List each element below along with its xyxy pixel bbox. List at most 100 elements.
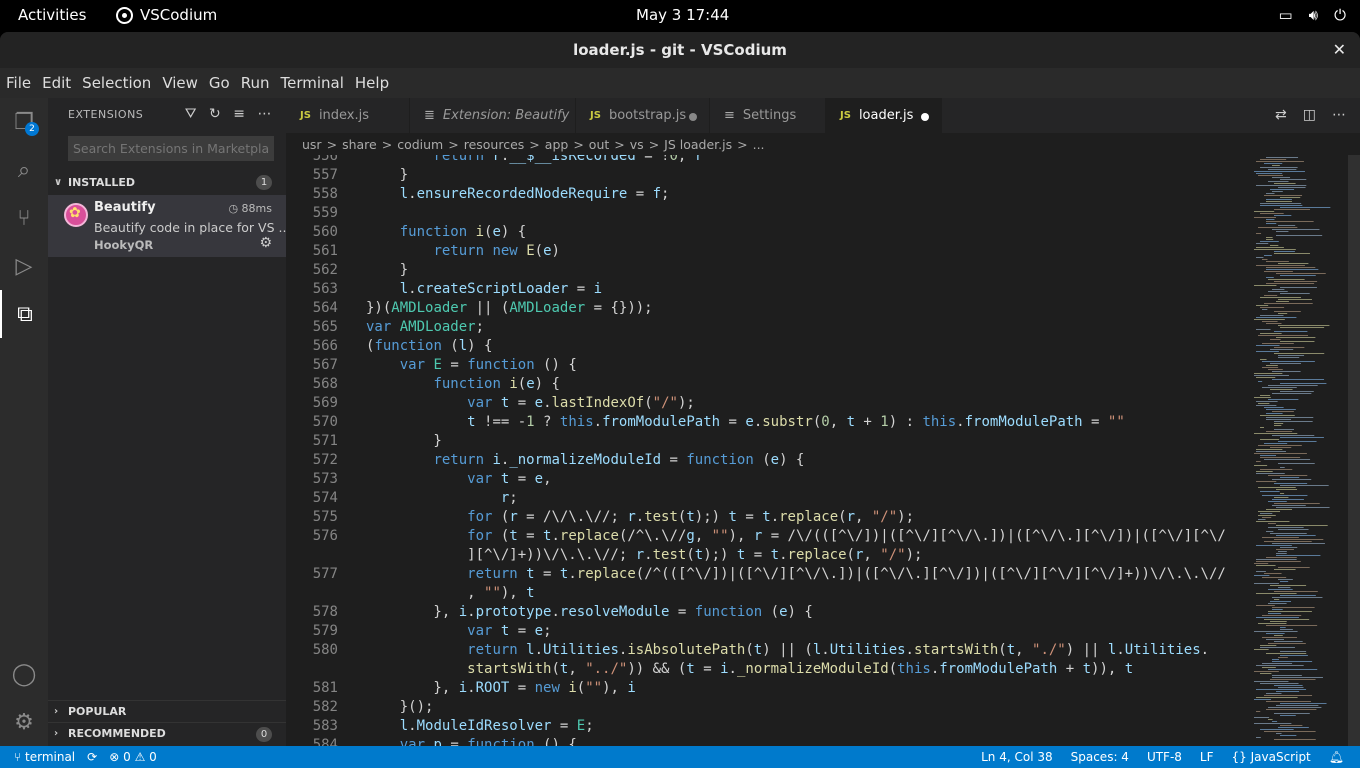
code-line[interactable]: , ""), t , ""), t <box>366 585 534 601</box>
breadcrumb-item[interactable]: vs <box>630 137 644 152</box>
code-line[interactable]: return r.__$__isRecorded = !0, r return … <box>366 155 703 164</box>
code-line[interactable]: return i._normalizeModuleId = function (… <box>366 452 804 468</box>
code-line[interactable]: for (t = t.replace(/^\.\//g, ""), r = /\… <box>366 528 1226 544</box>
code-line[interactable]: var t = e; var t = e; <box>366 623 551 639</box>
breadcrumb-item[interactable]: usr <box>302 137 322 152</box>
menu-selection[interactable]: Selection <box>82 74 151 92</box>
menu-view[interactable]: View <box>162 74 198 92</box>
code-line[interactable]: ][^\/]+))\/\.\.\//; r.test(t);) t = t.re… <box>366 547 922 563</box>
filter-icon[interactable]: ⛛ <box>185 106 197 122</box>
code-line[interactable]: } } <box>366 167 408 183</box>
popular-section-header[interactable]: › POPULAR <box>48 700 286 722</box>
code-editor[interactable]: 556 return r.__$__isRecorded = !0, r ret… <box>286 155 1236 746</box>
code-line[interactable]: t !== -1 ? this.fromModulePath = e.subst… <box>366 414 1125 430</box>
search-icon[interactable]: ⌕ <box>0 146 48 194</box>
code-line[interactable]: })(AMDLoader || (AMDLoader = {}));})(AMD… <box>366 300 653 316</box>
breadcrumb-item[interactable]: out <box>589 137 609 152</box>
extension-list-item[interactable]: Beautify ◷ 88ms Beautify code in place f… <box>48 195 290 257</box>
account-icon[interactable]: ◯ <box>0 650 48 698</box>
menu-file[interactable]: File <box>6 74 31 92</box>
split-editor-icon[interactable]: ◫ <box>1303 107 1316 123</box>
notifications-bell-icon[interactable]: 🔔︎ <box>1329 750 1344 764</box>
language-mode[interactable]: {} JavaScript <box>1232 750 1311 764</box>
modified-dot-icon[interactable] <box>689 113 697 121</box>
code-line[interactable]: for (r = /\/\.\//; r.test(t);) t = t.rep… <box>366 509 914 525</box>
tab-index-js[interactable]: JS index.js <box>286 98 410 133</box>
code-line[interactable]: }, i.ROOT = new i(""), i }, i.ROOT = new… <box>366 680 635 696</box>
activities-button[interactable]: Activities <box>18 6 86 24</box>
problems-indicator[interactable]: ⊗ 0 ⚠ 0 <box>109 750 157 764</box>
volume-icon[interactable]: 🔊︎ <box>1309 6 1318 24</box>
source-control-icon[interactable]: ⑂ <box>0 194 48 242</box>
run-debug-icon[interactable]: ▷ <box>0 242 48 290</box>
code-line[interactable]: var t = e.lastIndexOf("/"); var t = e.la… <box>366 395 695 411</box>
minimap[interactable] <box>1250 155 1360 746</box>
code-line[interactable]: }(); }(); <box>366 699 434 715</box>
tab-loader-js[interactable]: JS loader.js <box>826 98 942 133</box>
breadcrumb-item[interactable]: ... <box>753 137 765 152</box>
remote-indicator[interactable]: ⑂ terminal <box>14 750 75 764</box>
code-line[interactable]: function i(e) { function i(e) { <box>366 224 526 240</box>
code-line[interactable]: var E = function () { var E = function (… <box>366 357 577 373</box>
indentation[interactable]: Spaces: 4 <box>1071 750 1129 764</box>
tab-extension-beautify[interactable]: ≣ Extension: Beautify <box>410 98 576 133</box>
screen-icon[interactable]: ▭ <box>1278 6 1292 24</box>
breadcrumb-item[interactable]: app <box>545 137 569 152</box>
code-line[interactable]: } } <box>366 262 408 278</box>
encoding[interactable]: UTF-8 <box>1147 750 1182 764</box>
code-line[interactable]: function i(e) { function i(e) { <box>366 376 559 392</box>
menu-edit[interactable]: Edit <box>42 74 71 92</box>
menu-go[interactable]: Go <box>209 74 230 92</box>
code-line[interactable]: (function (l) {(function (l) { <box>366 338 492 354</box>
extension-gear-icon[interactable]: ⚙ <box>259 235 272 251</box>
tab-settings[interactable]: ≡ Settings <box>710 98 826 133</box>
more-actions-icon[interactable]: ⋯ <box>258 106 273 122</box>
extensions-icon[interactable]: ⧉ <box>0 290 48 338</box>
title-bar: loader.js - git - VSCodium ✕ <box>0 32 1360 68</box>
installed-section-header[interactable]: ∨ INSTALLED 1 <box>48 171 286 193</box>
breadcrumb-separator: > <box>529 136 540 152</box>
more-actions-icon[interactable]: ⋯ <box>1332 107 1346 123</box>
code-line[interactable]: var p = function () { var p = function (… <box>366 737 577 746</box>
code-line[interactable]: l.ModuleIdResolver = E; l.ModuleIdResolv… <box>366 718 594 734</box>
clock[interactable]: May 3 17:44 <box>636 6 729 24</box>
system-tray[interactable]: ▭ 🔊︎ ⏻ <box>1278 6 1346 24</box>
code-line[interactable]: l.ensureRecordedNodeRequire = f; l.ensur… <box>366 186 670 202</box>
code-line[interactable]: return t = t.replace(/^(([^\/])|([^\/][^… <box>366 566 1226 582</box>
vscodium-window: loader.js - git - VSCodium ✕ File Edit Sel… <box>0 32 1360 768</box>
breadcrumb-item[interactable]: resources <box>464 137 525 152</box>
code-line[interactable]: return l.Utilities.isAbsolutePath(t) || … <box>366 642 1209 658</box>
open-changes-icon[interactable]: ⇄ <box>1275 107 1287 123</box>
code-line[interactable]: r; r; <box>366 490 518 506</box>
power-icon[interactable]: ⏻ <box>1334 6 1346 24</box>
tab-bootstrap-js[interactable]: JS bootstrap.js <box>576 98 710 133</box>
extension-search-input[interactable] <box>68 136 274 161</box>
clear-icon[interactable]: ≡ <box>233 106 245 122</box>
files-icon[interactable]: ❐ 2 <box>0 98 48 146</box>
code-line[interactable]: l.createScriptLoader = i l.createScriptL… <box>366 281 602 297</box>
vertical-scrollbar[interactable] <box>1348 155 1360 746</box>
code-line[interactable]: startsWith(t, "../")) && (t = i._normali… <box>366 661 1133 677</box>
breadcrumb-item[interactable]: JS loader.js <box>664 137 732 152</box>
code-line[interactable]: } } <box>366 433 441 449</box>
close-icon[interactable]: ✕ <box>1333 32 1346 68</box>
menu-terminal[interactable]: Terminal <box>281 74 344 92</box>
breadcrumb-separator: > <box>648 136 660 152</box>
manage-gear-icon[interactable]: ⚙ <box>0 698 48 746</box>
breadcrumb-item[interactable]: codium <box>397 137 443 152</box>
code-line[interactable]: var AMDLoader;var AMDLoader; <box>366 319 484 335</box>
menu-run[interactable]: Run <box>241 74 270 92</box>
refresh-icon[interactable]: ↻ <box>209 106 221 122</box>
end-of-line[interactable]: LF <box>1200 750 1214 764</box>
cursor-position[interactable]: Ln 4, Col 38 <box>981 750 1053 764</box>
modified-dot-icon[interactable] <box>921 113 929 121</box>
menu-help[interactable]: Help <box>355 74 389 92</box>
sync-icon[interactable]: ⟳ <box>87 750 97 764</box>
chevron-right-icon: › <box>54 706 59 717</box>
code-line[interactable]: var t = e, var t = e, <box>366 471 551 487</box>
recommended-section-header[interactable]: › RECOMMENDED 0 <box>48 722 286 744</box>
code-line[interactable]: }, i.prototype.resolveModule = function … <box>366 604 812 620</box>
app-menu[interactable]: VSCodium <box>116 6 217 24</box>
code-line[interactable]: return new E(e) return new E(e) <box>366 243 560 259</box>
breadcrumb-item[interactable]: share <box>342 137 377 152</box>
